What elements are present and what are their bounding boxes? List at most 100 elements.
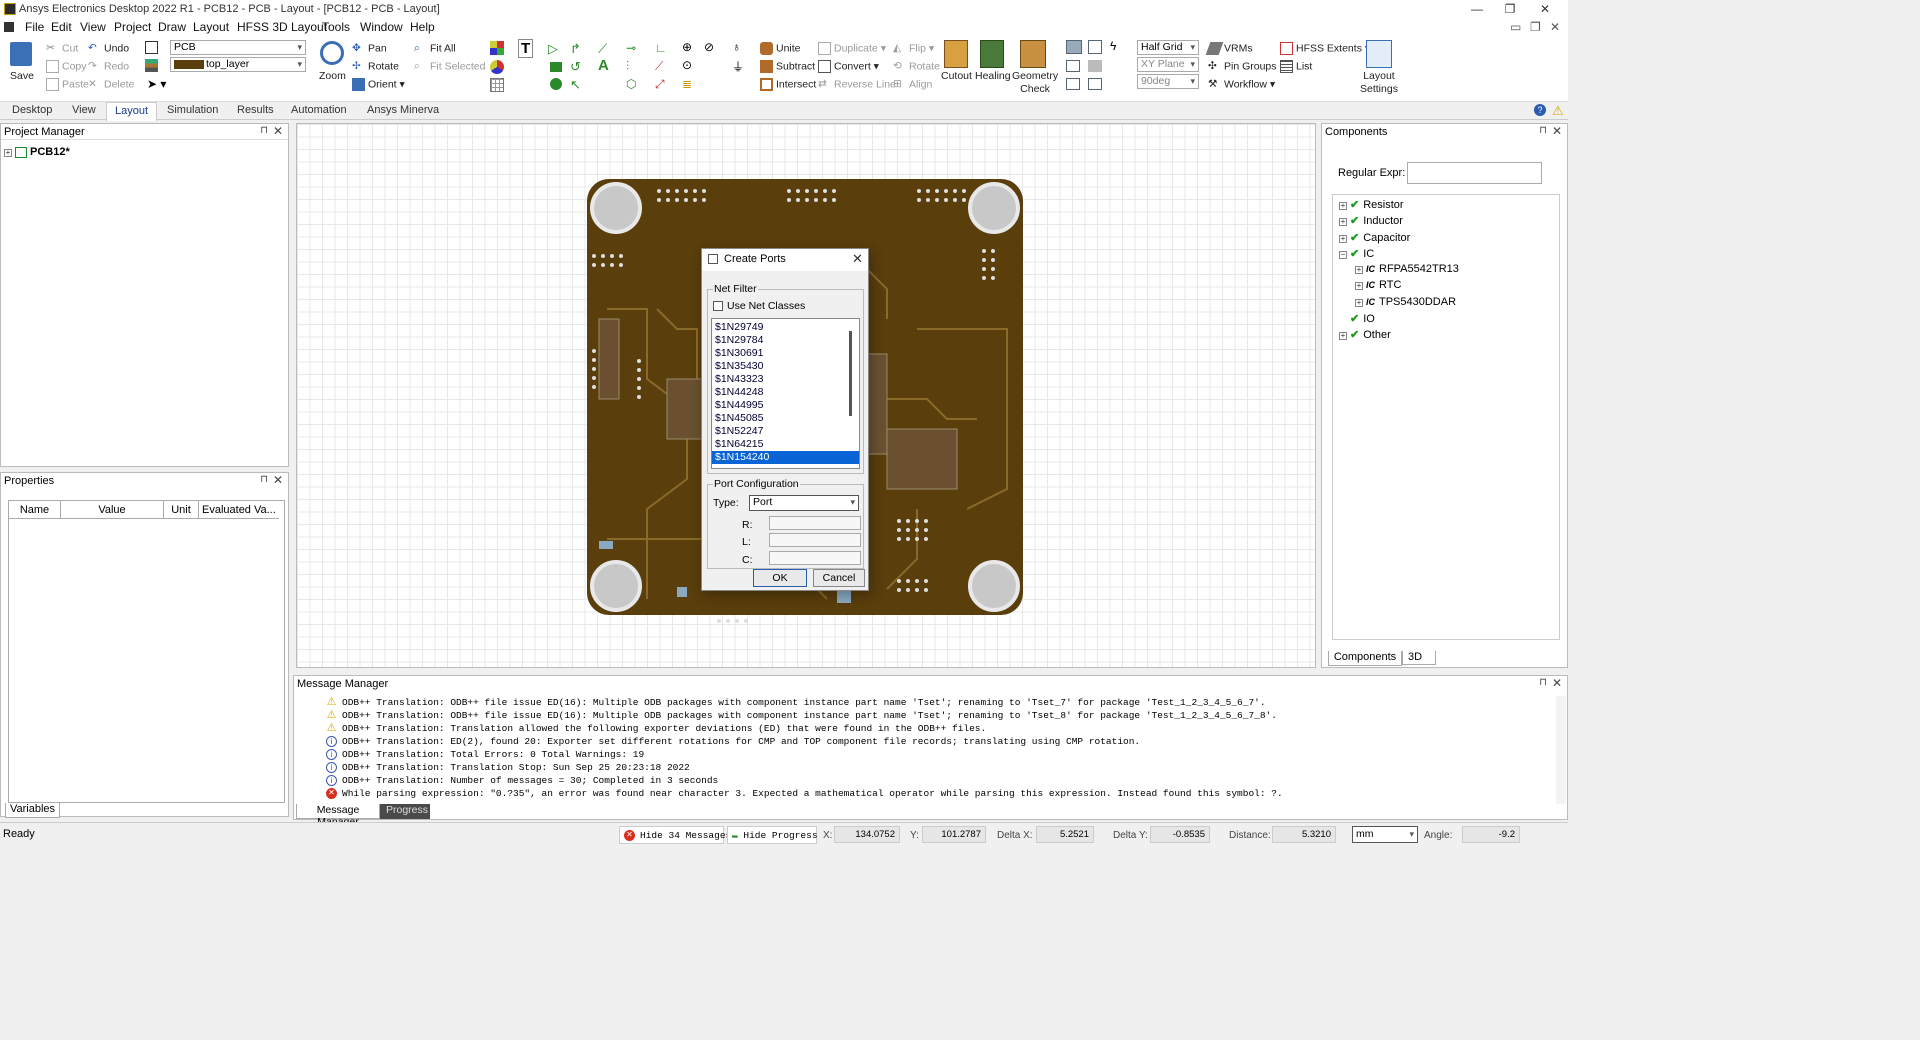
tab-desktop[interactable]: Desktop xyxy=(12,104,52,116)
plane-combo[interactable]: XY Plane xyxy=(1137,57,1199,72)
expand-icon[interactable] xyxy=(1339,314,1347,322)
tab-automation[interactable]: Automation xyxy=(291,104,347,116)
hfss-extents-button[interactable]: HFSS Extents ▾ xyxy=(1280,42,1370,55)
regex-input[interactable] xyxy=(1407,162,1542,184)
message-item[interactable]: ⚠ ODB++ Translation: ODB++ file issue ED(… xyxy=(326,709,1551,722)
expand-icon[interactable]: − xyxy=(1339,250,1347,259)
close-icon[interactable]: ✕ xyxy=(1552,676,1562,690)
menu-draw[interactable]: Draw xyxy=(158,20,186,34)
view-mode-5-icon[interactable] xyxy=(1066,78,1080,90)
pin-groups-button[interactable]: ✣ Pin Groups xyxy=(1208,60,1277,73)
close-icon[interactable]: ✕ xyxy=(273,473,283,487)
net-list-item[interactable]: $1N44995 xyxy=(712,399,859,412)
menu-project[interactable]: Project xyxy=(114,20,151,34)
pin-icon[interactable]: ⊓ xyxy=(260,474,268,485)
via-tool-icon[interactable]: ⫶ xyxy=(626,59,629,74)
dialog-close-button[interactable]: ✕ xyxy=(852,251,863,267)
menu-window[interactable]: Window xyxy=(360,20,403,34)
layout-settings-button[interactable]: Layout Settings xyxy=(1360,70,1398,96)
view-mode-6-icon[interactable] xyxy=(1088,78,1102,90)
net-list-item[interactable]: $1N44248 xyxy=(712,386,859,399)
message-item[interactable]: ⚠ ODB++ Translation: ODB++ file issue ED(… xyxy=(326,696,1551,709)
r-input[interactable] xyxy=(769,516,861,530)
duplicate-button[interactable]: Duplicate ▾ xyxy=(818,42,886,55)
component-tree-item[interactable]: + ✔ Capacitor xyxy=(1339,231,1559,247)
flip-button[interactable]: ◭ Flip ▾ xyxy=(893,42,934,55)
maximize-button[interactable]: ❐ xyxy=(1495,1,1525,18)
view-mode-2-icon[interactable] xyxy=(1088,40,1102,54)
rotate2-button[interactable]: ⟲ Rotate xyxy=(893,60,940,73)
healing-button[interactable]: Healing xyxy=(975,70,1011,82)
message-item[interactable]: ✕ While parsing expression: "0.?35", an e… xyxy=(326,787,1551,800)
expand-icon[interactable]: + xyxy=(1339,332,1347,341)
message-item[interactable]: i ODB++ Translation: Total Errors: 0 Tota… xyxy=(326,748,1551,761)
circle-tool-icon[interactable] xyxy=(550,78,562,90)
angle-combo[interactable]: 90deg xyxy=(1137,74,1199,89)
menu-file[interactable]: File xyxy=(25,20,44,34)
menu-tools[interactable]: Tools xyxy=(322,20,350,34)
fit-all-button[interactable]: ⌕ Fit All xyxy=(414,42,456,55)
component-tree-item[interactable]: + ✔ Other xyxy=(1339,328,1559,344)
message-item[interactable]: ⚠ ODB++ Translation: Translation allowed … xyxy=(326,722,1551,735)
mdi-close-button[interactable]: ✕ xyxy=(1550,20,1560,34)
col-unit[interactable]: Unit xyxy=(164,501,199,519)
menu-help[interactable]: Help xyxy=(410,20,435,34)
lightning-icon[interactable]: ϟ xyxy=(1110,39,1116,53)
mdi-minimize-button[interactable]: ▭ xyxy=(1510,20,1521,34)
orient-button[interactable]: Orient ▾ xyxy=(352,78,405,91)
net-list-item[interactable]: $1N29749 xyxy=(712,321,859,334)
expand-icon[interactable]: + xyxy=(1339,202,1347,210)
message-scrollbar[interactable] xyxy=(1556,696,1566,804)
unit-select[interactable]: mm xyxy=(1352,826,1418,843)
net-list-item[interactable]: $1N154240 xyxy=(712,451,859,464)
net-list[interactable]: $1N29749 $1N29784 $1N30691 $1N35430 $1N43323… xyxy=(711,318,860,469)
palette-icon[interactable] xyxy=(490,60,504,74)
expand-icon[interactable]: + xyxy=(1355,282,1363,291)
stack-tool-icon[interactable]: ≣ xyxy=(682,77,692,91)
tab-message-manager[interactable]: Message Manager xyxy=(296,804,380,828)
close-window-button[interactable]: ✕ xyxy=(1530,1,1560,18)
net-list-item[interactable]: $1N29784 xyxy=(712,334,859,347)
tab-ansys-minerva[interactable]: Ansys Minerva xyxy=(367,104,439,116)
component-tree-item[interactable]: − ✔ IC xyxy=(1339,247,1559,263)
layer-combo[interactable]: top_layer xyxy=(170,57,306,72)
list-button[interactable]: List xyxy=(1280,60,1312,73)
unite-button[interactable]: Unite xyxy=(760,42,801,55)
up-tool-icon[interactable]: ⊙ xyxy=(682,58,692,72)
delete-button[interactable]: ✕ Delete xyxy=(88,78,134,91)
copy-button[interactable]: Copy xyxy=(46,60,87,73)
pin-tool-icon[interactable]: ⊸ xyxy=(626,41,636,55)
message-list[interactable]: ⚠ ODB++ Translation: ODB++ file issue ED(… xyxy=(326,696,1551,804)
rectangle-tool-icon[interactable] xyxy=(550,62,562,72)
grid-icon[interactable] xyxy=(490,78,504,92)
c-input[interactable] xyxy=(769,551,861,565)
rotate-button[interactable]: ✢ Rotate xyxy=(352,60,399,73)
component-tool-icon[interactable]: ⬡ xyxy=(626,77,636,91)
undo-button[interactable]: ↶ Undo xyxy=(88,42,129,55)
net-list-item[interactable]: $1N43323 xyxy=(712,373,859,386)
view-mode-3-icon[interactable] xyxy=(1066,60,1080,72)
view-mode-4-icon[interactable] xyxy=(1088,60,1102,72)
use-net-classes-checkbox[interactable] xyxy=(713,301,723,311)
pin-icon[interactable]: ⊓ xyxy=(260,125,268,136)
net-list-item[interactable]: $1N64215 xyxy=(712,438,859,451)
subtract-button[interactable]: Subtract xyxy=(760,60,815,73)
pan-button[interactable]: ✥ Pan xyxy=(352,42,387,55)
menu-view[interactable]: View xyxy=(80,20,106,34)
polyline-tool-icon[interactable]: ↖ xyxy=(570,77,581,93)
tab-simulation[interactable]: Simulation xyxy=(167,104,218,116)
expand-icon[interactable]: + xyxy=(1355,266,1363,275)
paste-button[interactable]: Paste xyxy=(46,78,89,91)
expand-icon[interactable]: + xyxy=(4,149,12,157)
menu-edit[interactable]: Edit xyxy=(51,20,72,34)
component-tree-item[interactable]: + ✔ Resistor xyxy=(1339,198,1559,214)
minimize-button[interactable]: — xyxy=(1462,1,1492,18)
color-icon[interactable] xyxy=(490,41,504,55)
save-button[interactable]: Save xyxy=(10,70,34,82)
menu-layout[interactable]: Layout xyxy=(193,20,229,34)
hide-messages-button[interactable]: ✕ Hide 34 Messages xyxy=(619,826,731,844)
trace-tool-icon[interactable]: ↺ xyxy=(570,59,581,75)
tab-view[interactable]: View xyxy=(72,104,96,116)
tab-components[interactable]: Components xyxy=(1328,651,1402,666)
measure-tool-icon[interactable]: ∟ xyxy=(655,41,667,55)
